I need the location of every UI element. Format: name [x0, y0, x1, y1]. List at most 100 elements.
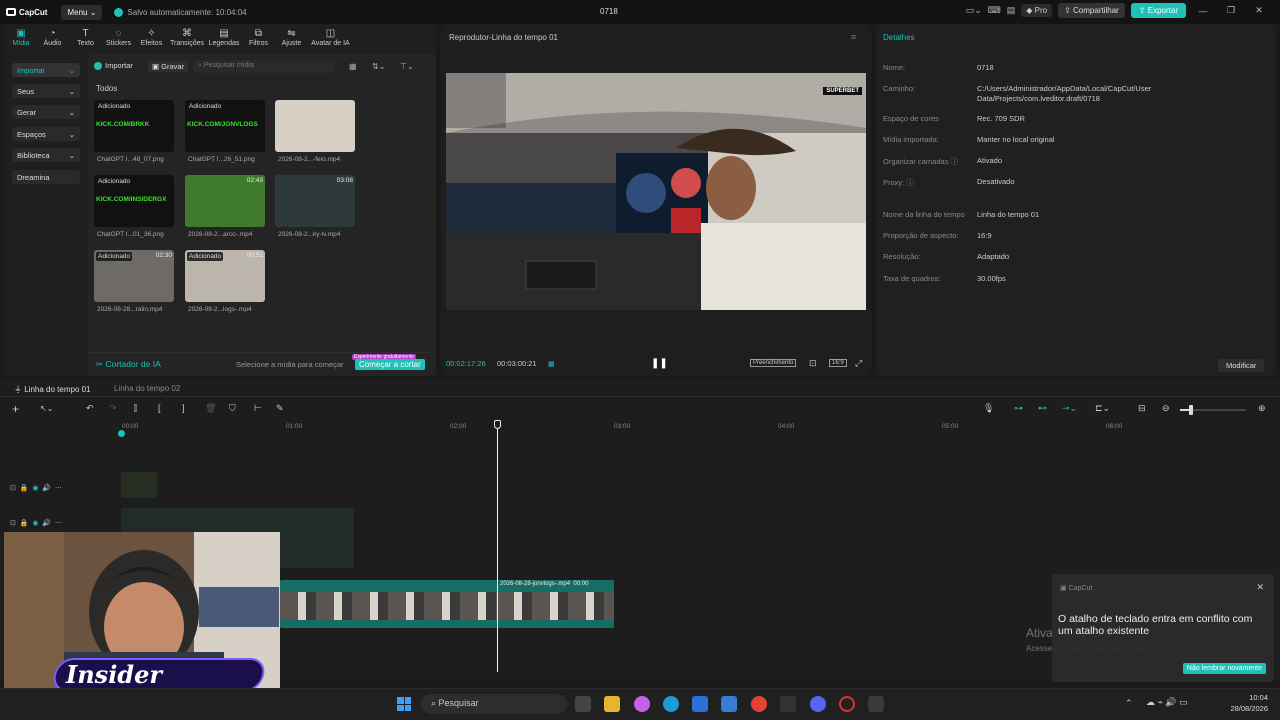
zoom-in-icon[interactable]: ⊕	[1258, 403, 1266, 414]
tab-captions[interactable]: ▤ Legendas	[206, 26, 242, 47]
magnet-icon[interactable]: ⊷	[1038, 403, 1047, 414]
video-preview[interactable]: SUPERBET	[446, 73, 866, 310]
toast-dismiss-button[interactable]: Não lembrar novamente	[1182, 663, 1266, 674]
tab-effects[interactable]: ✧ Efeitos	[135, 26, 168, 47]
grid-view-icon[interactable]: ▦	[349, 62, 357, 71]
tab-adjust[interactable]: ⇋ Ajuste	[275, 26, 308, 47]
share-button[interactable]: ⇪ Compartilhar	[1058, 3, 1125, 18]
added-badge: Adicionado	[96, 102, 133, 111]
capcut-active-icon[interactable]	[868, 696, 884, 712]
screenshot-icon[interactable]: ⊡	[809, 358, 817, 369]
add-track-icon[interactable]: +	[12, 402, 19, 416]
sidebar-item-2[interactable]: Gerar ⌄	[12, 105, 80, 119]
shortcut-icon[interactable]: ▤	[1007, 5, 1016, 16]
zoom-slider-thumb[interactable]	[1189, 405, 1193, 415]
discord-icon[interactable]	[810, 696, 826, 712]
import-button[interactable]: Importar	[94, 61, 133, 70]
outlook-icon[interactable]	[721, 696, 737, 712]
split-icon[interactable]: ⫿	[134, 403, 137, 414]
media-item[interactable]: Adicionado 02:30	[94, 250, 174, 302]
link-icon[interactable]: ⊶	[1014, 403, 1023, 414]
taskbar-search[interactable]: ⌕ Pesquisar	[421, 694, 567, 714]
preview-icon[interactable]: ⊟	[1138, 403, 1146, 414]
playhead-handle[interactable]	[494, 420, 501, 429]
start-cut-button[interactable]: Começar a cortar	[355, 359, 425, 370]
sidebar-item-3[interactable]: Espaços ⌄	[12, 127, 80, 141]
tab-audio[interactable]: ◔ Áudio	[36, 26, 69, 47]
close-icon[interactable]: ✕	[1248, 5, 1270, 16]
fullscreen-icon[interactable]: ⤢	[855, 358, 862, 369]
edge-icon[interactable]	[663, 696, 679, 712]
media-item[interactable]: 03:08	[275, 175, 355, 227]
tray-chevron-icon[interactable]: ⌃	[1125, 698, 1133, 709]
keyboard-icon[interactable]: ⌨	[988, 5, 1001, 16]
delete-icon[interactable]: 🗑	[205, 403, 216, 414]
tab-transition[interactable]: ⌘ Transições	[168, 26, 206, 47]
trim-right-icon[interactable]: ]	[182, 403, 185, 413]
sidebar-item-4[interactable]: Biblioteca ⌄	[12, 148, 80, 162]
tab-media[interactable]: ▣ Mídia	[6, 26, 36, 47]
app-logo-text: CapCut	[19, 7, 48, 17]
tab-avatar[interactable]: ◫ Avatar de IA	[308, 26, 353, 47]
tab-timeline-02[interactable]: Linha do tempo 02	[114, 384, 180, 393]
track-controls-1[interactable]: ⊡ 🔒 ◉ 🔊 ⋯	[10, 484, 62, 492]
redo-icon[interactable]: ↷	[109, 403, 117, 414]
modify-button[interactable]: Modificar	[1218, 359, 1265, 372]
media-item[interactable]: Adicionado 00:51	[185, 250, 265, 302]
shield-icon[interactable]: ⛉	[229, 403, 236, 414]
export-button[interactable]: ⇧ Exportar	[1130, 3, 1186, 18]
media-item[interactable]	[275, 100, 355, 152]
store-icon[interactable]	[692, 696, 708, 712]
capcut-icon[interactable]	[780, 696, 796, 712]
media-item[interactable]: KICK.COM/INSIDERGX Adicionado	[94, 175, 174, 227]
playhead[interactable]	[497, 420, 498, 672]
tab-text[interactable]: T Texto	[69, 26, 102, 47]
tab-timeline-01[interactable]: ⏚ Linha do tempo 01	[14, 384, 91, 395]
pause-icon[interactable]: ❚❚	[651, 358, 668, 369]
copilot-icon[interactable]	[634, 696, 650, 712]
maximize-icon[interactable]: ❐	[1220, 5, 1242, 16]
waveform-icon[interactable]: ▦	[548, 360, 555, 368]
media-item[interactable]: 02:43	[185, 175, 265, 227]
chrome-icon[interactable]	[751, 696, 767, 712]
filter-icon[interactable]: ⊤⌄	[400, 62, 414, 71]
sidebar-item-0[interactable]: Importar ⌄	[12, 63, 80, 77]
tray-icons[interactable]: ☁ ⌁ 🔊 ▭	[1146, 697, 1188, 708]
minimize-icon[interactable]: —	[1192, 6, 1214, 16]
undo-icon[interactable]: ↶	[86, 403, 94, 414]
tab-filter[interactable]: ⧉ Filtros	[242, 26, 275, 47]
ai-edit-icon[interactable]: ✎	[276, 403, 284, 414]
trim-left-icon[interactable]: [	[158, 403, 161, 413]
media-duration: 02:43	[246, 177, 263, 184]
section-title: Todos	[96, 84, 118, 93]
track-controls-2[interactable]: ⊡ 🔒 ◉ 🔊 ⋯	[10, 519, 62, 527]
record-button[interactable]: ▣ Gravar	[148, 61, 189, 72]
layout-icon[interactable]: ▭⌄	[966, 5, 982, 16]
menu-button[interactable]: Menu ⌄	[61, 4, 103, 20]
track-clip[interactable]	[121, 472, 157, 498]
file-explorer-icon[interactable]	[604, 696, 620, 712]
media-duration: 00:51	[246, 252, 263, 259]
search-input[interactable]: ⌕ Pesquisar mídia	[193, 60, 335, 73]
windows-start-icon[interactable]	[397, 697, 411, 711]
task-view-icon[interactable]	[575, 696, 591, 712]
snap-icon[interactable]: ⊸⌄	[1062, 403, 1077, 414]
mic-icon[interactable]: 🎙	[983, 403, 994, 414]
aspect-button[interactable]: 16:9	[829, 359, 847, 367]
align-icon[interactable]: ⊏⌄	[1095, 403, 1110, 414]
sidebar-item-5[interactable]: Dreamina	[12, 170, 80, 184]
tab-sticker[interactable]: ◌ Stickers	[102, 26, 135, 47]
select-tool-icon[interactable]: ↖⌄	[40, 404, 53, 413]
obs-icon[interactable]	[839, 696, 855, 712]
media-item[interactable]: KICK.COM/BRKK Adicionado	[94, 100, 174, 152]
sidebar-item-1[interactable]: Seus ⌄	[12, 84, 80, 98]
freeze-icon[interactable]: ⊢	[254, 403, 262, 414]
toast-close-icon[interactable]: ✕	[1256, 582, 1264, 593]
pro-button[interactable]: ◆ Pro	[1021, 4, 1053, 17]
media-item[interactable]: KICK.COM/JONVLOGS Adicionado	[185, 100, 265, 152]
player-menu-icon[interactable]: ≡	[851, 32, 856, 42]
video-clip[interactable]: 2026-08-28-jonvlogs-.mp4 00:00	[280, 580, 614, 628]
sort-icon[interactable]: ⇅⌄	[372, 62, 385, 71]
zoom-out-icon[interactable]: ⊖	[1162, 403, 1170, 414]
fill-button[interactable]: Preenchimento	[750, 359, 797, 367]
